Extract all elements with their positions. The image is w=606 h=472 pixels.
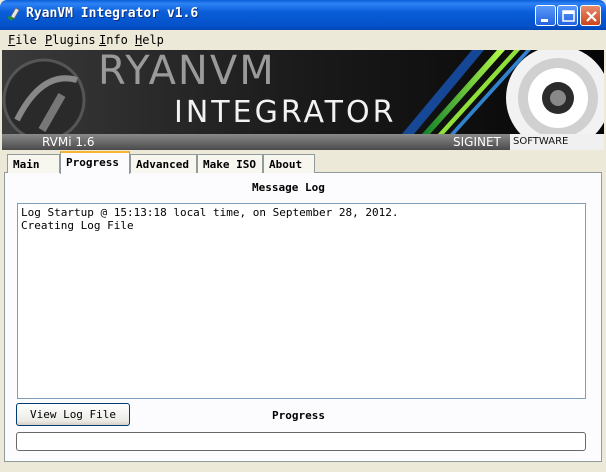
message-log[interactable]: Log Startup @ 15:13:18 local time, on Se… xyxy=(17,203,586,399)
close-button[interactable] xyxy=(580,5,601,26)
banner-logo-bottom: INTEGRATOR xyxy=(174,95,396,130)
title-bar[interactable]: RyanVM Integrator v1.6 xyxy=(0,0,606,30)
tab-make-iso[interactable]: Make ISO xyxy=(197,154,263,173)
maximize-icon xyxy=(562,10,575,22)
menu-plugins[interactable]: Plugins xyxy=(45,33,96,47)
menu-info[interactable]: Info xyxy=(99,33,128,47)
view-log-file-button[interactable]: View Log File xyxy=(16,403,130,426)
minimize-icon xyxy=(541,19,548,22)
window-title: RyanVM Integrator v1.6 xyxy=(26,6,199,21)
progress-label: Progress xyxy=(272,409,325,422)
menu-help[interactable]: Help xyxy=(135,33,164,47)
log-line: Log Startup @ 15:13:18 local time, on Se… xyxy=(21,206,399,219)
log-line: Creating Log File xyxy=(21,219,134,232)
banner-brand: SIGINET xyxy=(453,135,501,149)
close-icon xyxy=(586,11,597,22)
menu-bar: File Plugins Info Help xyxy=(0,30,606,50)
app-icon xyxy=(7,7,20,21)
menu-file[interactable]: File xyxy=(8,33,37,47)
message-log-label: Message Log xyxy=(252,181,325,194)
tab-advanced[interactable]: Advanced xyxy=(130,154,197,173)
banner-brand-suffix: SOFTWARE xyxy=(510,134,604,150)
tab-main[interactable]: Main xyxy=(7,154,60,173)
tab-progress[interactable]: Progress xyxy=(60,151,130,174)
progress-bar xyxy=(16,432,586,451)
maximize-button[interactable] xyxy=(557,5,578,26)
minimize-button[interactable] xyxy=(535,5,556,26)
header-banner: RYANVM INTEGRATOR RVMi 1.6 SIGINET SOFTW… xyxy=(2,50,604,150)
tab-about[interactable]: About xyxy=(263,154,315,173)
banner-version: RVMi 1.6 xyxy=(42,135,95,149)
banner-logo-top: RYANVM xyxy=(98,50,276,94)
